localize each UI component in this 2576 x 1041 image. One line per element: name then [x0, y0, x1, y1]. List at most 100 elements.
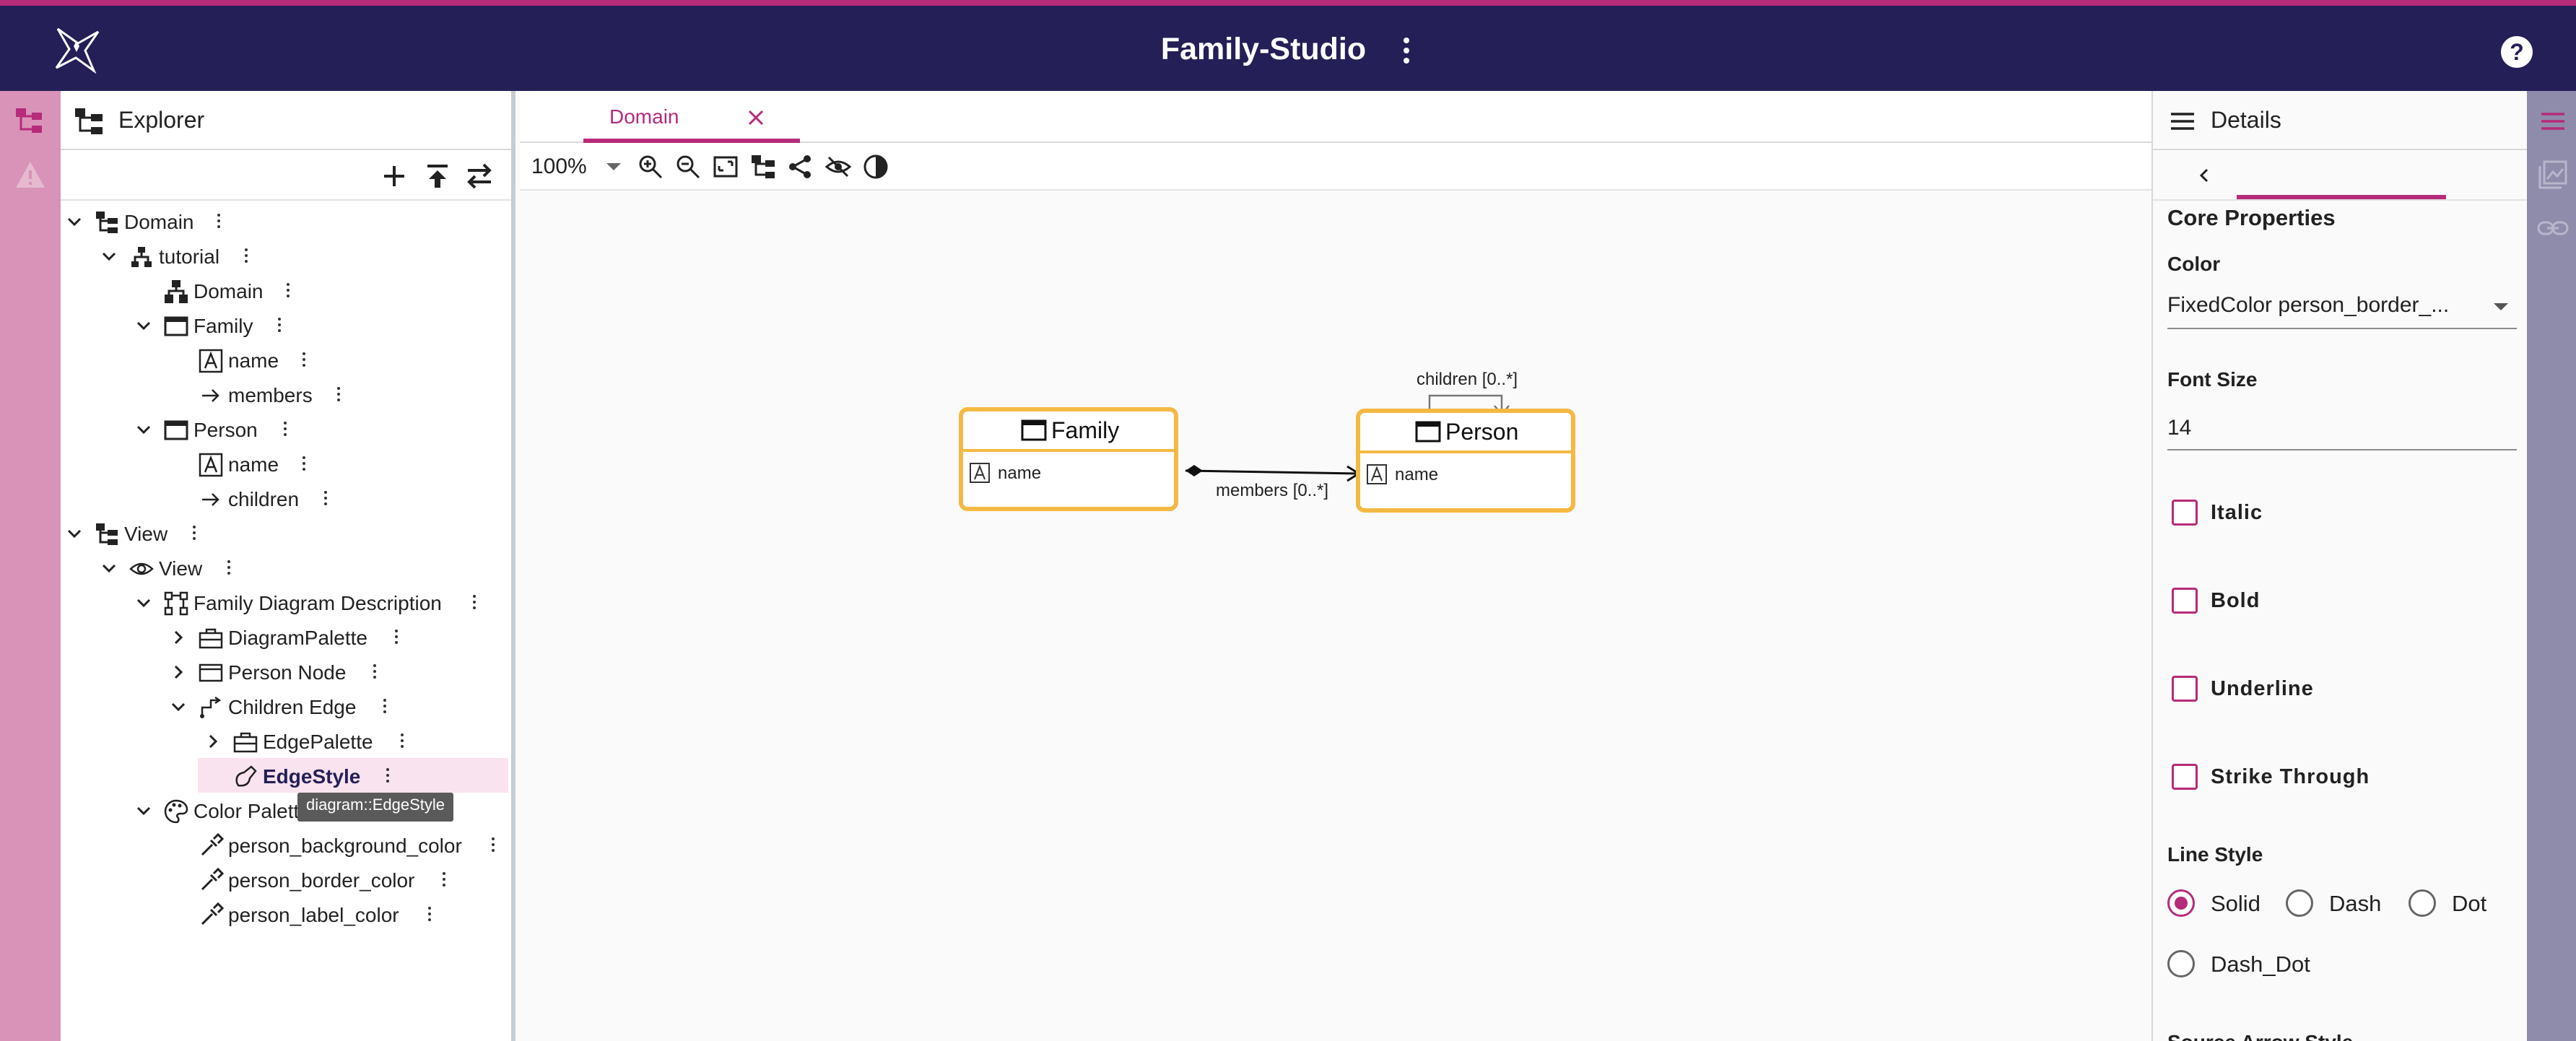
chevron-down-icon[interactable]	[97, 244, 121, 269]
more-vert-icon[interactable]	[300, 349, 308, 373]
contrast-icon[interactable]	[862, 153, 889, 180]
font-size-input[interactable]: 14	[2167, 416, 2191, 440]
line-style-solid-radio[interactable]	[2167, 889, 2195, 917]
chevron-down-icon[interactable]	[131, 417, 156, 442]
tree-item-domain[interactable]: Domain	[61, 276, 508, 308]
edge-label-children[interactable]: children [0..*]	[1417, 370, 1518, 390]
tree-item-diagram-palette[interactable]: DiagramPalette	[61, 622, 508, 654]
chevron-down-icon[interactable]	[97, 556, 121, 580]
more-vert-icon[interactable]	[471, 592, 478, 615]
sirius-logo-icon[interactable]	[52, 25, 103, 75]
chevron-left-icon[interactable]	[2192, 163, 2216, 188]
chevron-down-icon[interactable]	[131, 591, 156, 615]
chevron-right-icon[interactable]	[166, 625, 191, 650]
tree-item-members[interactable]: members	[61, 380, 508, 411]
more-vert-icon[interactable]	[426, 904, 433, 927]
tree-item-view-model[interactable]: View	[61, 518, 508, 550]
sync-icon[interactable]	[464, 160, 495, 192]
more-vert-icon[interactable]	[393, 627, 400, 650]
more-vert-icon[interactable]	[191, 523, 198, 546]
explorer-view-icon[interactable]	[13, 104, 48, 139]
tree-item-label: Person Node	[228, 661, 347, 684]
line-style-dash-dot-radio[interactable]	[2167, 950, 2195, 977]
more-vert-icon[interactable]	[276, 315, 283, 338]
underline-checkbox[interactable]	[2172, 676, 2198, 702]
strike-through-checkbox[interactable]	[2172, 764, 2198, 790]
share-icon[interactable]	[787, 153, 814, 180]
more-vert-icon[interactable]	[489, 835, 497, 858]
more-vert-icon[interactable]	[440, 869, 448, 892]
edge-members[interactable]	[1185, 465, 1361, 482]
more-vert-icon[interactable]	[225, 557, 232, 580]
tree-item-children[interactable]: children	[61, 484, 508, 515]
add-icon[interactable]	[378, 160, 410, 192]
fit-to-screen-icon[interactable]	[712, 153, 739, 180]
node-person[interactable]: Person name	[1356, 409, 1575, 513]
tree-item-view[interactable]: View	[61, 553, 508, 585]
tab-domain[interactable]: Domain	[583, 91, 800, 143]
arrange-all-icon[interactable]	[749, 153, 777, 180]
zoom-out-icon[interactable]	[674, 153, 702, 180]
more-vert-icon[interactable]	[399, 731, 406, 754]
chevron-right-icon[interactable]	[201, 729, 225, 754]
tree-item-family[interactable]: Family	[61, 310, 508, 342]
more-vert-icon[interactable]	[1398, 35, 1415, 66]
chevron-down-icon[interactable]	[166, 694, 191, 719]
hide-icon[interactable]	[824, 153, 852, 180]
line-style-dot-radio[interactable]	[2409, 889, 2436, 917]
node-attribute[interactable]: name	[1395, 465, 1438, 485]
more-vert-icon[interactable]	[335, 384, 342, 407]
chevron-down-icon[interactable]	[131, 798, 156, 823]
node-family[interactable]: Family name	[959, 407, 1178, 511]
zoom-dropdown-icon[interactable]	[606, 163, 621, 170]
more-vert-icon[interactable]	[215, 211, 222, 234]
representations-icon[interactable]	[2536, 157, 2570, 192]
more-vert-icon[interactable]	[282, 419, 289, 442]
more-vert-icon[interactable]	[300, 453, 308, 476]
close-icon[interactable]	[745, 107, 767, 129]
chevron-right-icon[interactable]	[166, 660, 191, 684]
more-vert-icon[interactable]	[322, 488, 329, 511]
color-select[interactable]: FixedColor person_border_...	[2167, 293, 2449, 318]
tree-item-label: Domain	[124, 211, 194, 233]
tree-item-person-name[interactable]: name	[61, 449, 508, 481]
node-attribute[interactable]: name	[998, 463, 1041, 484]
zoom-in-icon[interactable]	[637, 153, 664, 180]
warning-icon[interactable]	[13, 157, 48, 192]
tree-item-person-border-color[interactable]: person_border_color	[61, 865, 508, 897]
tree-item-person-label-color[interactable]: person_label_color	[61, 900, 508, 931]
bold-checkbox[interactable]	[2172, 588, 2198, 614]
chevron-down-icon[interactable]	[131, 313, 156, 338]
chevron-down-icon[interactable]	[62, 209, 87, 234]
tree-item-edge-style[interactable]: EdgeStyle	[61, 758, 508, 793]
diagram-canvas[interactable]: members [0..*] children [0..*] Family na…	[520, 191, 2151, 1041]
tree-item-edge-palette[interactable]: EdgePalette	[61, 726, 508, 758]
more-vert-icon[interactable]	[381, 696, 388, 719]
tree-item-children-edge[interactable]: Children Edge	[61, 692, 508, 723]
dropdown-arrow-icon[interactable]	[2494, 303, 2508, 310]
upload-icon[interactable]	[422, 160, 453, 192]
tree-item-person-node[interactable]: Person Node	[61, 657, 508, 689]
tree-item-domain-model[interactable]: Domain	[61, 206, 508, 238]
tree-item-tutorial[interactable]: tutorial	[61, 241, 508, 273]
node-title[interactable]: Family	[1051, 417, 1119, 444]
help-icon[interactable]: ?	[2501, 36, 2533, 68]
menu-icon[interactable]	[2536, 104, 2570, 139]
italic-checkbox[interactable]	[2172, 500, 2198, 526]
entity-icon	[164, 420, 188, 440]
edge-label-members[interactable]: members [0..*]	[1216, 481, 1328, 501]
line-style-dash-radio[interactable]	[2286, 889, 2313, 917]
node-title[interactable]: Person	[1445, 419, 1518, 445]
tree-item-person-background-color[interactable]: person_background_color	[61, 830, 508, 862]
more-vert-icon[interactable]	[371, 661, 378, 684]
link-icon[interactable]	[2536, 211, 2570, 245]
more-vert-icon[interactable]	[384, 765, 391, 788]
more-vert-icon[interactable]	[284, 280, 292, 303]
menu-icon[interactable]	[2169, 107, 2196, 136]
chevron-down-icon[interactable]	[62, 521, 87, 546]
tree-item-person[interactable]: Person	[61, 414, 508, 446]
tree-item-family-name[interactable]: name	[61, 345, 508, 377]
tree-item-family-diagram-description[interactable]: Family Diagram Description	[61, 588, 508, 619]
more-vert-icon[interactable]	[243, 245, 250, 269]
zoom-level[interactable]: 100%	[531, 154, 587, 179]
